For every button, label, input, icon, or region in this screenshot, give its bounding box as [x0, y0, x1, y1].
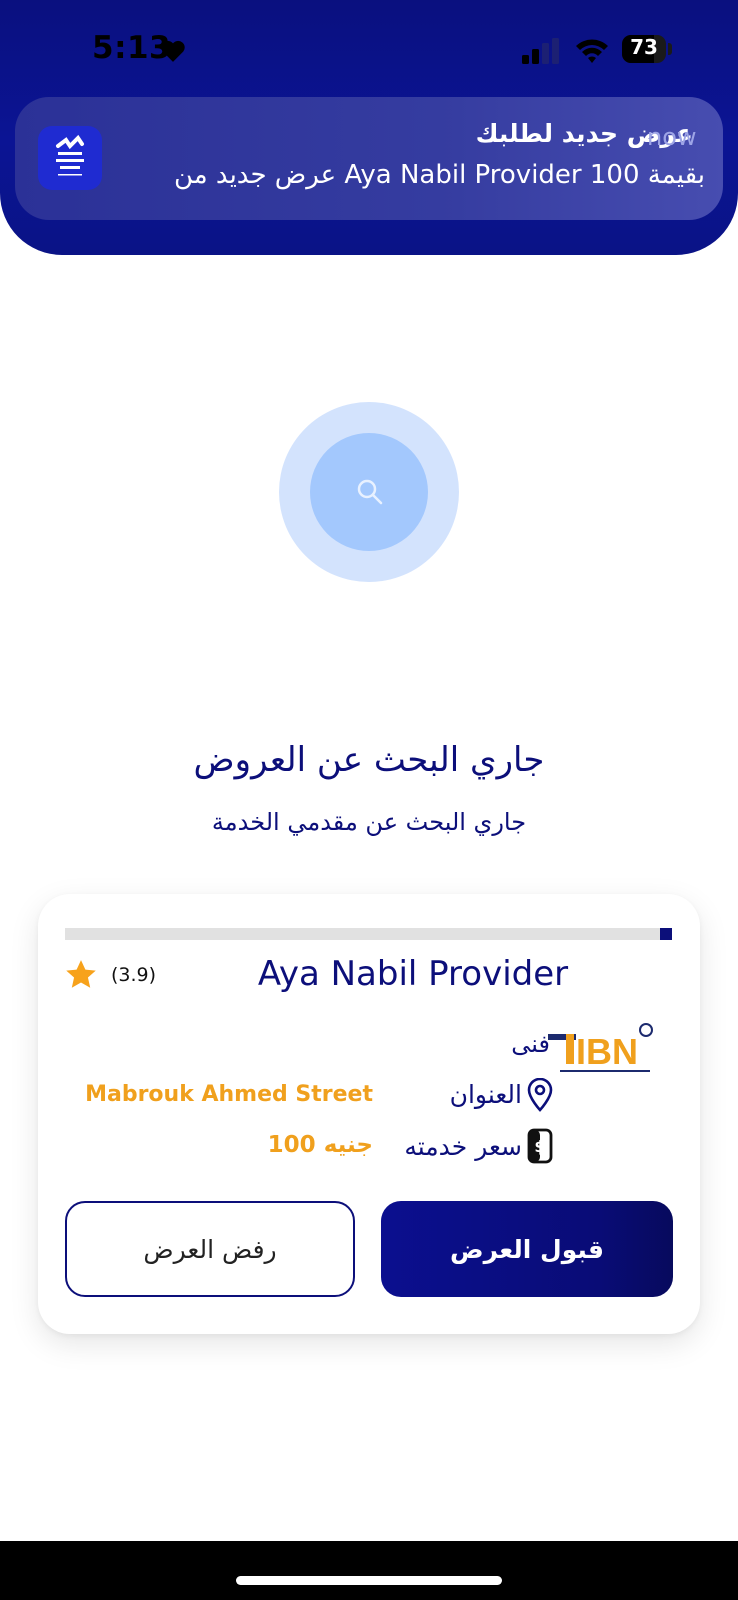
heart-icon [161, 40, 185, 62]
star-icon [66, 960, 96, 988]
battery-cap [668, 43, 672, 55]
provider-logo: IBN [548, 1023, 653, 1072]
searching-title: جاري البحث عن العروض [193, 740, 545, 780]
provider-rating: (3.9) [111, 964, 157, 986]
offer-timer-track [65, 928, 672, 940]
provider-name: Aya Nabil Provider [257, 954, 569, 994]
status-bar: 5:13 73 [0, 0, 738, 100]
home-indicator[interactable] [236, 1576, 502, 1585]
battery-percent: 73 [630, 35, 658, 59]
reject-offer-button[interactable]: رفض العرض [65, 1201, 355, 1297]
offer-card: (3.9) Aya Nabil Provider IBN فنى العنوان… [38, 894, 700, 1334]
offer-timer-fill [659, 928, 672, 940]
app-icon [38, 126, 102, 190]
battery-indicator: 73 [622, 35, 666, 63]
push-notification[interactable]: عرض جديد لطلبك now عرض جديد من Aya Nabil… [15, 97, 723, 220]
searching-subtitle: جاري البحث عن مقدمي الخدمة [211, 808, 527, 836]
notification-body: عرض جديد من Aya Nabil Provider بقيمة 100 [173, 160, 705, 190]
bottom-bar [0, 1541, 738, 1600]
accept-offer-button[interactable]: قبول العرض [381, 1201, 673, 1297]
svg-text:$: $ [534, 1137, 545, 1156]
search-icon [357, 479, 383, 505]
cellular-signal-icon [522, 38, 559, 64]
svg-text:IBN: IBN [576, 1031, 638, 1072]
address-value: Mabrouk Ahmed Street [85, 1082, 373, 1107]
wifi-icon [576, 39, 608, 63]
notification-title: عرض جديد لطلبك [475, 119, 693, 148]
location-pin-icon [527, 1078, 553, 1112]
price-value: 100 جنيه [267, 1132, 373, 1158]
money-icon: $ [527, 1128, 553, 1164]
provider-role: فنى [511, 1030, 550, 1058]
notification-time: now [647, 123, 697, 151]
